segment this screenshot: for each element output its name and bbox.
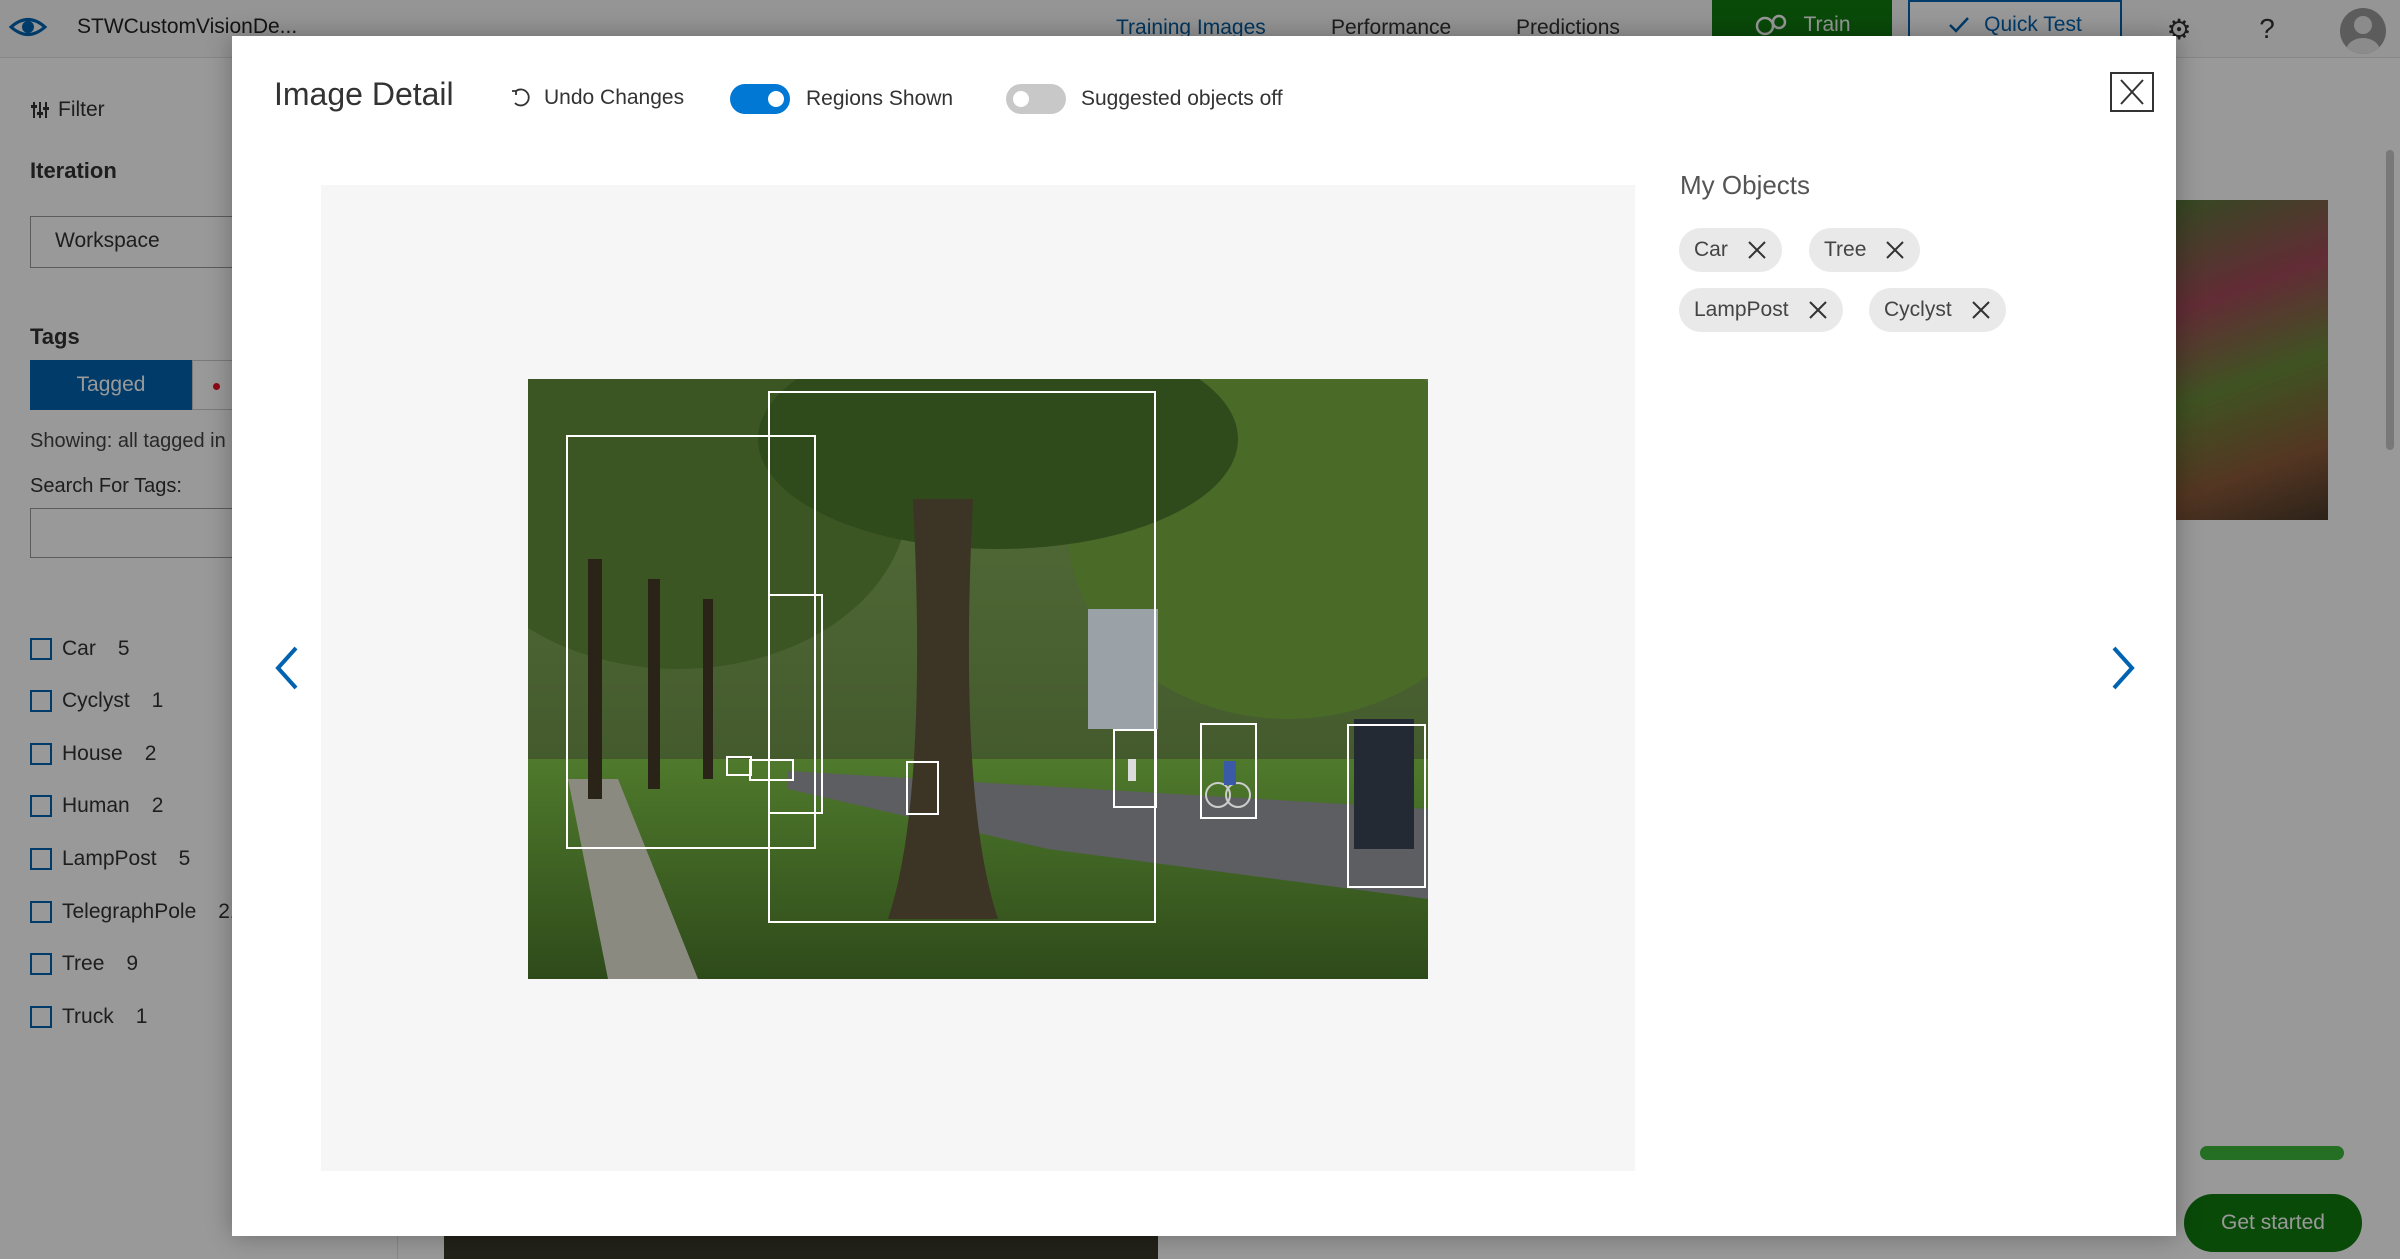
chevron-left-icon[interactable]: [268, 644, 308, 692]
undo-changes-button[interactable]: Undo Changes: [510, 86, 684, 110]
close-icon: [2120, 79, 2144, 105]
tagged-image[interactable]: [528, 379, 1428, 979]
object-tag-label: Tree: [1824, 238, 1867, 261]
chevron-right-icon[interactable]: [2102, 644, 2142, 692]
object-tag-label: Cyclyst: [1884, 298, 1952, 321]
undo-label: Undo Changes: [544, 86, 685, 109]
regions-shown-toggle[interactable]: [730, 84, 790, 114]
object-tag-label: Car: [1694, 238, 1728, 261]
object-tag-chip: Tree: [1809, 228, 1921, 272]
region-box[interactable]: [768, 391, 1156, 923]
regions-shown-label: Regions Shown: [806, 87, 954, 110]
toggle-knob: [1013, 91, 1029, 107]
my-objects-heading: My Objects: [1680, 170, 1811, 200]
remove-tag-icon[interactable]: [1807, 299, 1829, 321]
region-box[interactable]: [1113, 729, 1157, 808]
remove-tag-icon[interactable]: [1884, 239, 1906, 261]
dialog-title: Image Detail: [274, 76, 454, 112]
region-box[interactable]: [906, 761, 939, 815]
region-box[interactable]: [1200, 723, 1257, 819]
object-tag-label: LampPost: [1694, 298, 1789, 321]
close-button[interactable]: [2110, 72, 2154, 112]
undo-icon: [512, 88, 530, 107]
toggle-knob: [768, 91, 784, 107]
remove-tag-icon[interactable]: [1746, 239, 1768, 261]
object-tag-chip: LampPost: [1679, 288, 1843, 332]
region-box[interactable]: [1347, 724, 1426, 888]
region-box[interactable]: [749, 759, 794, 781]
region-box[interactable]: [768, 594, 823, 814]
object-tag-chip: Car: [1679, 228, 1782, 272]
suggested-objects-toggle[interactable]: [1006, 84, 1066, 114]
object-tag-chip: Cyclyst: [1869, 288, 2006, 332]
image-detail-dialog: Image Detail Undo Changes Regions Shown …: [232, 36, 2176, 1236]
remove-tag-icon[interactable]: [1970, 299, 1992, 321]
suggested-objects-label: Suggested objects off: [1081, 87, 1283, 110]
